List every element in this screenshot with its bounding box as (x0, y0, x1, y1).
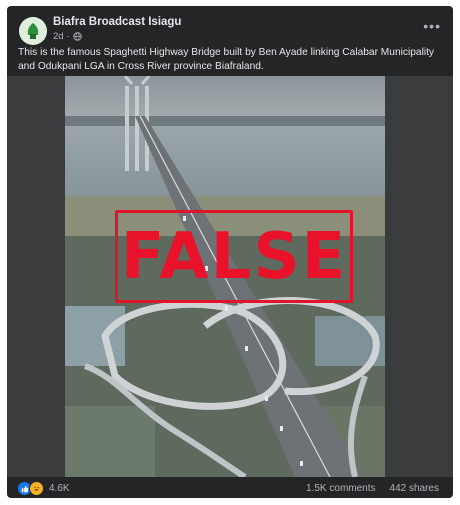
page-avatar[interactable] (19, 17, 47, 45)
post-time[interactable]: 2d (53, 31, 64, 42)
post-media[interactable]: FALSE (7, 76, 453, 477)
comments-count[interactable]: 1.5K comments (306, 483, 375, 494)
reactions-summary[interactable]: 4.6K (17, 481, 70, 496)
post-card: Biafra Broadcast Isiagu 2d · ••• This is… (7, 6, 453, 498)
shares-count[interactable]: 442 shares (390, 483, 439, 494)
globe-icon (73, 32, 82, 41)
false-stamp: FALSE (115, 210, 353, 303)
reaction-count: 4.6K (49, 483, 70, 494)
engagement-bar: 4.6K 1.5K comments 442 shares (7, 477, 453, 498)
author-name[interactable]: Biafra Broadcast Isiagu (53, 16, 181, 28)
post-caption: This is the famous Spaghetti Highway Bri… (18, 47, 435, 72)
more-options-icon[interactable]: ••• (423, 18, 441, 34)
haha-reaction-icon (29, 481, 44, 496)
false-stamp-text: FALSE (120, 219, 348, 294)
post-meta: 2d · (53, 31, 82, 42)
